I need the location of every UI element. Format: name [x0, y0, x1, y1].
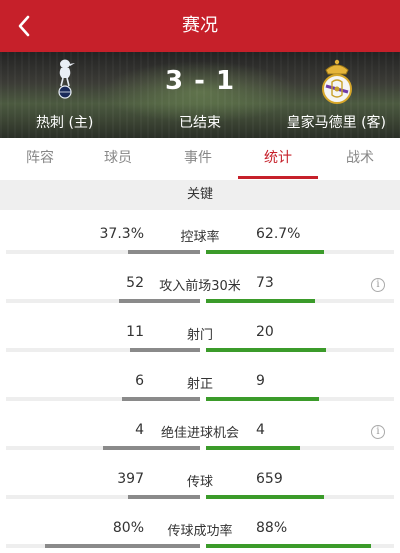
stat-away-value: 62.7% [256, 226, 301, 242]
away-bar-track [206, 495, 394, 499]
stat-away-value: 20 [256, 324, 274, 340]
home-bar-track [6, 397, 200, 401]
stat-away-value: 4 [256, 422, 265, 438]
away-bar-track [206, 397, 394, 401]
stat-label: 传球成功率 [167, 524, 233, 539]
stat-label: 传球 [186, 475, 213, 490]
stat-row: 37.3% 控球率 62.7% [0, 218, 400, 267]
away-bar-track [206, 299, 394, 303]
away-bar-fill [206, 446, 300, 450]
away-bar-fill [206, 250, 324, 254]
home-bar-fill [45, 544, 200, 548]
stat-label: 射正 [186, 377, 213, 392]
away-bar-fill [206, 397, 319, 401]
away-team-crest-icon[interactable] [318, 58, 356, 106]
home-bar-track [6, 544, 200, 548]
home-bar-fill [119, 299, 200, 303]
away-bar-track [206, 446, 394, 450]
stat-label: 绝佳进球机会 [160, 426, 239, 441]
away-bar-fill [206, 348, 326, 352]
away-bar-track [206, 250, 394, 254]
stat-label: 攻入前场30米 [159, 279, 241, 294]
away-bar-track [206, 544, 394, 548]
home-bar-track [6, 348, 200, 352]
away-bar-fill [206, 495, 324, 499]
stat-label: 控球率 [180, 230, 220, 245]
tab-bar: 阵容 球员 事件 统计 战术 [0, 138, 400, 180]
stat-away-value: 9 [256, 373, 265, 389]
tab-players[interactable]: 球员 [78, 138, 158, 180]
away-bar-track [206, 348, 394, 352]
active-tab-indicator [238, 176, 318, 179]
away-bar-fill [206, 299, 315, 303]
stat-row: 80% 传球成功率 88% [0, 512, 400, 553]
stat-row: 6 射正 9 [0, 365, 400, 414]
stat-label: 射门 [186, 328, 213, 343]
stat-row: 52 攻入前场30米 73 i [0, 267, 400, 316]
home-bar-fill [122, 397, 200, 401]
tab-stats[interactable]: 统计 [238, 138, 318, 180]
stat-away-value: 88% [256, 520, 288, 536]
match-scoreboard: 3 - 1 热刺 (主) 已结束 皇家马德里 (客) [0, 52, 400, 138]
top-bar: 赛况 [0, 0, 400, 52]
home-bar-fill [128, 250, 200, 254]
info-icon[interactable]: i [371, 425, 385, 439]
home-bar-fill [103, 446, 200, 450]
section-header-key: 关键 [0, 180, 400, 210]
home-bar-track [6, 495, 200, 499]
stat-row: 11 射门 20 [0, 316, 400, 365]
tab-lineup[interactable]: 阵容 [0, 138, 80, 180]
home-bar-track [6, 250, 200, 254]
stat-away-value: 73 [256, 275, 274, 291]
home-bar-track [6, 446, 200, 450]
home-bar-fill [130, 348, 200, 352]
page-title: 赛况 [182, 15, 218, 36]
away-bar-fill [206, 544, 371, 548]
stat-away-value: 659 [256, 471, 283, 487]
stat-row: 4 绝佳进球机会 4 i [0, 414, 400, 463]
tab-events[interactable]: 事件 [158, 138, 238, 180]
info-icon[interactable]: i [371, 278, 385, 292]
home-bar-fill [128, 495, 200, 499]
home-bar-track [6, 299, 200, 303]
tab-tactics[interactable]: 战术 [320, 138, 400, 180]
stat-row: 397 传球 659 [0, 463, 400, 512]
away-team-name: 皇家马德里 (客) [286, 115, 386, 131]
